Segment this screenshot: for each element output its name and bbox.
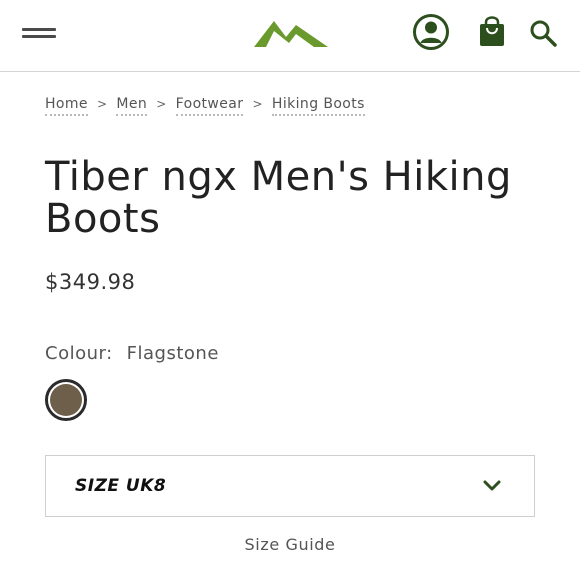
breadcrumb-hiking-boots[interactable]: Hiking Boots [271,96,365,116]
breadcrumb-separator: > [156,97,167,111]
breadcrumb: Home > Men > Footwear > Hiking Boots [45,96,365,116]
size-selector[interactable]: SIZE UK8 [45,455,535,517]
size-selector-label: SIZE UK8 [75,476,167,496]
mountain-logo-icon[interactable] [252,17,330,49]
breadcrumb-home[interactable]: Home [45,96,88,116]
search-icon[interactable] [528,18,560,50]
breadcrumb-separator: > [252,97,263,111]
breadcrumb-footwear[interactable]: Footwear [175,96,244,116]
site-header [0,0,580,72]
chevron-down-icon [483,480,501,491]
colour-label: Colour: [45,343,113,364]
colour-swatch-flagstone[interactable] [45,379,87,421]
shopping-bag-icon[interactable] [476,14,508,48]
colour-value: Flagstone [126,343,219,364]
product-price: $349.98 [45,270,136,294]
size-guide-link[interactable]: Size Guide [0,535,580,554]
breadcrumb-separator: > [96,97,108,111]
hamburger-menu-icon[interactable] [22,25,58,43]
colour-info: Colour: Flagstone [45,343,219,364]
breadcrumb-men[interactable]: Men [116,96,148,116]
account-icon[interactable] [412,13,450,51]
swatch-fill [50,384,82,416]
product-title: Tiber ngx Men's Hiking Boots [45,154,512,242]
